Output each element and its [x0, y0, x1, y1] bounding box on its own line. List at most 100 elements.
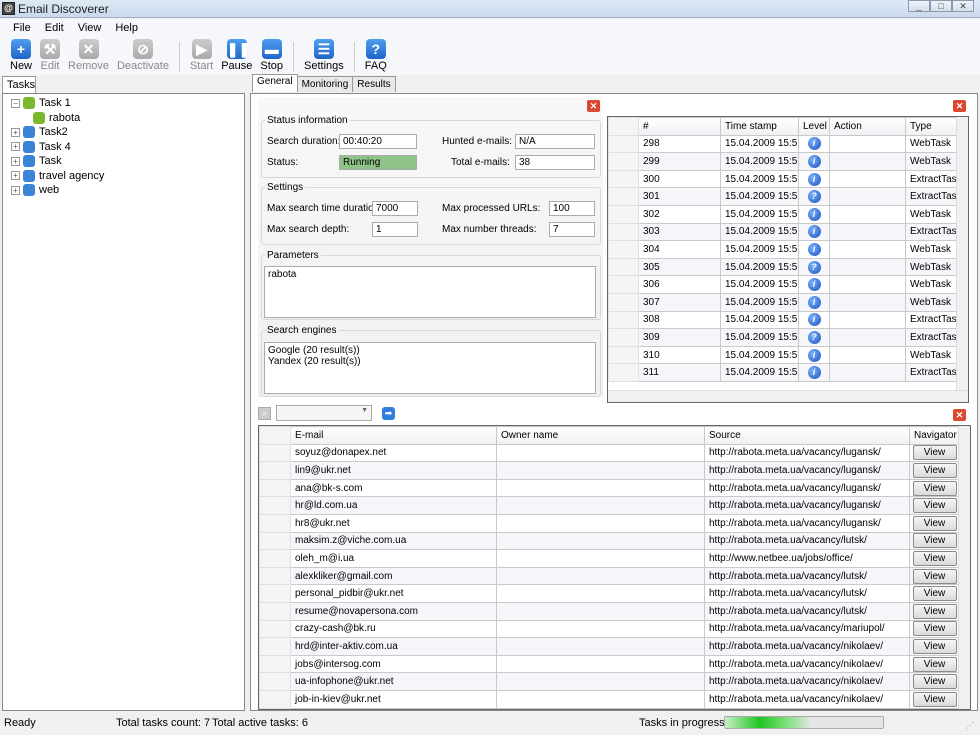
remove-button[interactable]: ✕ Remove — [68, 39, 109, 75]
log-row[interactable]: 308 15.04.2009 15:5... i ExtractTasl — [608, 310, 959, 330]
view-button[interactable]: View — [912, 603, 957, 619]
email-row[interactable]: ua-infophone@ukr.net http://rabota.meta.… — [259, 672, 960, 691]
email-column[interactable]: E-mail — [290, 426, 497, 445]
email-row[interactable]: oleh_m@i.ua http://www.netbee.ua/jobs/of… — [259, 549, 960, 568]
task-tree-item[interactable]: + Task — [11, 154, 236, 169]
max-search-depth-field[interactable]: 1 — [372, 222, 418, 237]
row-header[interactable] — [608, 240, 639, 259]
new-button[interactable]: + New — [10, 39, 32, 75]
task-tree-item[interactable]: + travel agency — [11, 169, 236, 184]
expand-icon[interactable]: + — [11, 127, 20, 137]
row-header[interactable] — [259, 531, 291, 551]
search-combobox[interactable]: ▼ — [276, 405, 372, 421]
view-button[interactable]: View — [912, 638, 957, 654]
email-row[interactable]: job-in-kiev@ukr.net http://rabota.meta.u… — [259, 689, 960, 709]
expand-icon[interactable]: + — [11, 142, 20, 152]
max-search-time-field[interactable]: 7000 — [372, 201, 418, 216]
log-column-timestamp[interactable]: Time stamp — [720, 117, 799, 136]
row-header[interactable] — [259, 654, 291, 674]
email-row[interactable]: lin9@ukr.net http://rabota.meta.ua/vacan… — [259, 461, 960, 480]
log-column-level[interactable]: Level — [798, 117, 830, 136]
status-field[interactable]: Running — [339, 155, 417, 170]
log-row[interactable]: 299 15.04.2009 15:5... i WebTask — [608, 152, 959, 171]
total-emails-field[interactable]: 38 — [515, 155, 595, 170]
log-row[interactable]: 301 15.04.2009 15:5... ? ExtractTasl — [608, 187, 959, 206]
log-row[interactable]: 305 15.04.2009 15:5... ? WebTask — [608, 257, 959, 277]
tab-tasks[interactable]: Tasks — [2, 76, 36, 94]
close-general-panel-icon[interactable]: ✕ — [587, 100, 600, 112]
row-header[interactable] — [259, 549, 291, 568]
minimize-button[interactable]: _ — [908, 0, 930, 12]
task-tree-item[interactable]: + web — [11, 183, 236, 198]
emails-vertical-scrollbar[interactable] — [958, 426, 970, 709]
maximize-button[interactable]: □ — [930, 0, 952, 12]
email-row[interactable]: personal_pidbir@ukr.net http://rabota.me… — [259, 584, 960, 603]
expand-icon[interactable]: + — [11, 171, 20, 181]
row-header[interactable] — [259, 672, 291, 691]
row-header[interactable] — [608, 169, 639, 189]
email-row[interactable]: alexkliker@gmail.com http://rabota.meta.… — [259, 566, 960, 586]
row-header[interactable] — [259, 637, 291, 656]
log-column-action[interactable]: Action — [829, 117, 906, 136]
log-row[interactable]: 304 15.04.2009 15:5... i WebTask — [608, 240, 959, 259]
hunted-emails-field[interactable]: N/A — [515, 134, 595, 149]
view-button[interactable]: View — [912, 462, 957, 478]
row-header[interactable] — [259, 601, 291, 621]
max-threads-field[interactable]: 7 — [549, 222, 595, 237]
deactivate-button[interactable]: ⊘ Deactivate — [117, 39, 169, 75]
task-tree-item[interactable]: + Task 4 — [11, 140, 236, 155]
row-header[interactable] — [259, 478, 291, 498]
search-duration-field[interactable]: 00:40:20 — [339, 134, 417, 149]
row-header[interactable] — [608, 257, 639, 277]
view-button[interactable]: View — [912, 480, 957, 496]
tab-results[interactable]: Results — [352, 76, 396, 92]
row-header[interactable] — [608, 310, 639, 330]
row-header[interactable] — [259, 461, 291, 480]
resize-grip-icon[interactable]: ⋰ — [966, 721, 974, 730]
close-window-button[interactable]: ✕ — [952, 0, 974, 12]
search-engine-item[interactable]: Google (20 result(s)) — [268, 345, 592, 356]
view-button[interactable]: View — [912, 691, 957, 707]
row-header[interactable] — [608, 152, 639, 171]
log-column-number[interactable]: # — [638, 117, 721, 136]
email-row[interactable]: resume@novapersona.com http://rabota.met… — [259, 601, 960, 621]
go-arrow-icon[interactable]: ➡ — [382, 406, 395, 420]
navigator-column[interactable]: Navigator — [909, 426, 960, 445]
row-header[interactable] — [259, 443, 291, 463]
row-header[interactable] — [259, 619, 291, 639]
row-header[interactable] — [608, 292, 639, 312]
row-header[interactable] — [259, 689, 291, 709]
row-header[interactable] — [259, 584, 291, 603]
email-row[interactable]: hr@ld.com.ua http://rabota.meta.ua/vacan… — [259, 496, 960, 515]
menu-view[interactable]: View — [71, 19, 109, 39]
tab-monitoring[interactable]: Monitoring — [296, 76, 354, 92]
menu-help[interactable]: Help — [108, 19, 145, 39]
view-button[interactable]: View — [912, 621, 957, 637]
view-button[interactable]: View — [912, 533, 957, 549]
log-row[interactable]: 310 15.04.2009 15:5... i WebTask — [608, 345, 959, 365]
view-button[interactable]: View — [912, 656, 957, 672]
email-row[interactable]: crazy-cash@bk.ru http://rabota.meta.ua/v… — [259, 619, 960, 639]
row-header[interactable] — [608, 363, 639, 382]
faq-button[interactable]: ? FAQ — [365, 39, 387, 75]
log-row[interactable]: 306 15.04.2009 15:5... i WebTask — [608, 275, 959, 294]
collapse-icon[interactable]: − — [11, 98, 20, 108]
email-row[interactable]: jobs@intersog.com http://rabota.meta.ua/… — [259, 654, 960, 674]
task-tree-item[interactable]: + Task2 — [11, 125, 236, 140]
row-header[interactable] — [608, 134, 639, 154]
pause-button[interactable]: ❚❚ Pause — [221, 39, 252, 75]
log-row[interactable]: 307 15.04.2009 15:5... i WebTask — [608, 292, 959, 312]
view-button[interactable]: View — [912, 550, 957, 566]
log-horizontal-scrollbar[interactable] — [608, 390, 968, 402]
row-header[interactable] — [608, 345, 639, 365]
edit-button[interactable]: ⚒ Edit — [40, 39, 61, 75]
log-vertical-scrollbar[interactable] — [956, 117, 968, 390]
row-header[interactable] — [259, 566, 291, 586]
log-column-type[interactable]: Type — [905, 117, 959, 136]
view-button[interactable]: View — [912, 586, 957, 602]
view-button[interactable]: View — [912, 445, 957, 461]
view-button[interactable]: View — [912, 515, 957, 531]
email-row[interactable]: maksim.z@viche.com.ua http://rabota.meta… — [259, 531, 960, 551]
row-header[interactable] — [608, 187, 639, 206]
email-row[interactable]: hr8@ukr.net http://rabota.meta.ua/vacanc… — [259, 513, 960, 533]
